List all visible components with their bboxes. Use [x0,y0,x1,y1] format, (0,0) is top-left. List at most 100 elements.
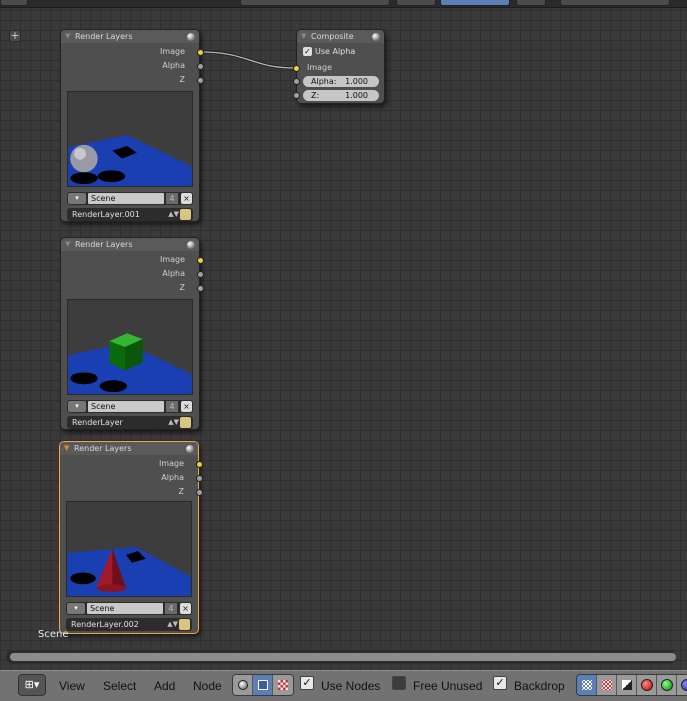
output-socket-z[interactable] [196,489,203,496]
output-socket-z[interactable] [197,77,204,84]
up-down-arrows-icon: ▲▼ [168,210,179,218]
alpha-value-field[interactable]: Alpha: 1.000 [303,76,379,87]
node-tree-type-group [232,674,294,696]
node-header[interactable]: ▼ Render Layers [61,238,199,251]
scene-browse-icon[interactable]: ▾ [68,401,86,412]
render-layers-node[interactable]: ▼ Render Layers Image Alpha Z ▾ Scene 4 … [60,29,204,222]
input-socket-z[interactable] [293,92,300,99]
preview-sphere-icon[interactable] [186,445,194,453]
render-preview [67,299,193,395]
render-preview [67,91,193,187]
scene-browse-icon[interactable]: ▾ [68,193,86,204]
shader-nodes-icon[interactable] [233,675,253,695]
alpha-label: Alpha: [311,77,337,86]
render-layers-node-selected[interactable]: ▼ Render Layers Image Alpha Z ▾ Scene 4 … [59,441,203,634]
green-icon[interactable] [657,675,677,695]
use-alpha-checkbox[interactable]: ✓ Use Alpha [303,47,355,56]
use-alpha-label: Use Alpha [315,47,356,56]
render-layer-selector[interactable]: RenderLayer.002 ▲▼ [66,618,192,631]
output-label-alpha: Alpha [162,61,185,70]
collapse-triangle-icon[interactable]: ▼ [65,30,70,43]
use-nodes-checkbox[interactable]: ✓ [300,676,314,690]
link-image-to-composite [199,50,297,70]
collapse-triangle-icon[interactable]: ▼ [65,238,70,251]
backdrop-label: Backdrop [514,679,565,693]
render-icon[interactable] [179,619,190,630]
node-editor-header: ⊞▾ View Select Add Node ✓ Use Nodes Free… [0,670,687,701]
half-icon[interactable] [617,675,637,695]
output-socket-alpha[interactable] [197,271,204,278]
output-label-image: Image [158,459,184,468]
unlink-scene-icon[interactable]: × [181,401,192,412]
horizontal-scrollbar[interactable] [6,650,676,664]
scene-browse-icon[interactable]: ▾ [67,603,85,614]
backdrop-channels-group [576,674,687,696]
unlink-scene-icon[interactable]: × [180,603,191,614]
scene-users-count: 4 [166,193,178,204]
node-header[interactable]: ▼ Render Layers [61,30,199,43]
render-icon[interactable] [180,209,191,220]
output-label-image: Image [159,47,185,56]
render-preview [66,501,192,597]
menu-view[interactable]: View [59,675,85,697]
preview-sphere-icon[interactable] [187,241,195,249]
editor-type-button[interactable]: ⊞▾ [18,674,46,696]
node-header[interactable]: ▼ Render Layers [60,442,198,455]
output-socket-alpha[interactable] [196,475,203,482]
free-unused-checkbox[interactable] [392,676,406,690]
blue-icon[interactable] [677,675,687,695]
z-label: Z: [311,91,320,100]
collapse-triangle-icon[interactable]: ▼ [64,442,69,455]
output-socket-alpha[interactable] [197,63,204,70]
output-socket-image[interactable] [197,49,204,56]
unlink-scene-icon[interactable]: × [181,193,192,204]
output-socket-image[interactable] [197,257,204,264]
scene-users-count: 4 [165,603,177,614]
scene-name-field[interactable]: Scene [88,193,164,204]
red-icon[interactable] [637,675,657,695]
render-layer-selector[interactable]: RenderLayer.001 ▲▼ [67,208,193,221]
menu-node[interactable]: Node [193,675,222,697]
input-socket-image[interactable] [293,65,300,72]
up-down-arrows-icon: ▲▼ [168,418,179,426]
output-socket-z[interactable] [197,285,204,292]
scene-name-field[interactable]: Scene [87,603,163,614]
free-unused-label: Free Unused [413,679,483,693]
properties-toggle-icon[interactable]: + [9,30,21,42]
preview-sphere-icon[interactable] [187,33,195,41]
check-icon[interactable]: ✓ [303,47,312,56]
texture-nodes-icon[interactable] [273,675,293,695]
composite-node[interactable]: ▼ Composite ✓ Use Alpha Image Alpha: 1.00… [293,29,385,104]
scene-name-field[interactable]: Scene [88,401,164,412]
up-down-arrows-icon: ▲▼ [167,620,178,628]
input-socket-alpha[interactable] [293,78,300,85]
menu-select[interactable]: Select [103,675,136,697]
scene-selector[interactable]: ▾ Scene 4 × [67,400,193,413]
render-layers-node[interactable]: ▼ Render Layers Image Alpha Z ▾ Scene 4 … [60,237,204,430]
node-title: Render Layers [75,240,133,249]
output-label-image: Image [159,255,185,264]
alpha-value: 1.000 [345,77,368,86]
render-layer-name: RenderLayer [72,418,123,427]
output-socket-image[interactable] [196,461,203,468]
checker-icon[interactable] [577,675,597,695]
backdrop-checkbox[interactable]: ✓ [493,676,507,690]
render-layer-selector[interactable]: RenderLayer ▲▼ [67,416,193,429]
output-label-z: Z [179,283,185,292]
z-value-field[interactable]: Z: 1.000 [303,90,379,101]
scene-selector[interactable]: ▾ Scene 4 × [67,192,193,205]
render-icon[interactable] [180,417,191,428]
preview-sphere-icon[interactable] [372,33,380,41]
output-label-alpha: Alpha [162,269,185,278]
scene-users-count: 4 [166,401,178,412]
compositing-nodes-icon[interactable] [253,675,273,695]
header-strip [0,0,687,8]
checker-alpha-icon[interactable] [597,675,617,695]
scrollbar-thumb[interactable] [10,653,676,661]
menu-add[interactable]: Add [154,675,175,697]
node-title: Render Layers [75,32,133,41]
input-label-image: Image [307,63,333,72]
collapse-triangle-icon[interactable]: ▼ [301,30,306,43]
scene-selector[interactable]: ▾ Scene 4 × [66,602,192,615]
node-header[interactable]: ▼ Composite [297,30,384,43]
